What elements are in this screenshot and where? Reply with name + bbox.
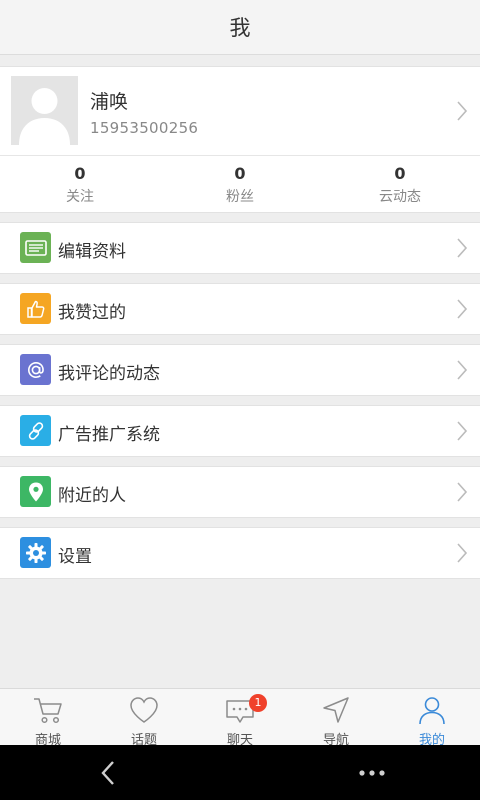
bottom-tab-bar: 商城 话题 1 聊天 导航 我的 [0,688,480,748]
menu-label: 编辑资料 [58,242,126,262]
menu-item-commented[interactable]: 我评论的动态 [0,344,480,396]
stat-moments[interactable]: 0 云动态 [320,156,480,213]
tab-topics[interactable]: 话题 [96,689,192,748]
chevron-right-icon [457,421,468,441]
page-title: 我 [229,16,251,40]
stat-label: 云动态 [379,189,421,205]
top-bar: 我 [0,0,480,55]
menu-label: 我赞过的 [58,303,126,323]
menu-label: 设置 [58,547,92,567]
stat-value: 0 [394,164,406,183]
menu-item-nearby[interactable]: 附近的人 [0,466,480,518]
tab-chat[interactable]: 1 聊天 [192,689,288,748]
tab-mall[interactable]: 商城 [0,689,96,748]
location-pin-icon [20,476,51,507]
stat-value: 0 [74,164,86,183]
menu-item-liked[interactable]: 我赞过的 [0,283,480,335]
unread-badge: 1 [249,694,267,712]
stat-fans[interactable]: 0 粉丝 [160,156,320,213]
at-icon [20,354,51,385]
person-icon [419,697,445,725]
cart-icon [34,698,62,724]
chevron-right-icon[interactable] [456,100,468,122]
menu-item-ad-system[interactable]: 广告推广系统 [0,405,480,457]
menu-item-settings[interactable]: 设置 [0,527,480,579]
menu-item-edit-profile[interactable]: 编辑资料 [0,222,480,274]
chevron-right-icon [457,299,468,319]
chevron-right-icon [457,482,468,502]
avatar[interactable] [11,76,78,145]
menu-label: 附近的人 [58,486,126,506]
stat-label: 粉丝 [226,189,254,205]
link-icon [20,415,51,446]
id-card-icon [20,232,51,263]
tab-navigation[interactable]: 导航 [288,689,384,748]
profile-stats: 0 关注 0 粉丝 0 云动态 [0,155,480,213]
more-dots-icon[interactable] [358,769,386,777]
default-avatar-icon [11,76,78,145]
system-nav-bar [0,745,480,800]
stat-value: 0 [234,164,246,183]
stat-following[interactable]: 0 关注 [0,156,160,213]
profile-phone: 15953500256 [90,119,199,137]
chevron-right-icon [457,543,468,563]
chevron-right-icon [457,360,468,380]
chevron-right-icon [457,238,468,258]
stat-label: 关注 [66,189,94,205]
back-arrow-icon[interactable] [98,759,118,787]
heart-icon [130,697,158,723]
menu-label: 广告推广系统 [58,425,160,445]
profile-name: 浦唤 [90,91,129,113]
tab-mine[interactable]: 我的 [384,689,480,748]
navigation-icon [323,697,349,723]
menu-label: 我评论的动态 [58,364,160,384]
thumbs-up-icon [20,293,51,324]
profile-card: 浦唤 15953500256 0 关注 0 粉丝 0 云动态 [0,66,480,213]
gear-icon [20,537,51,568]
